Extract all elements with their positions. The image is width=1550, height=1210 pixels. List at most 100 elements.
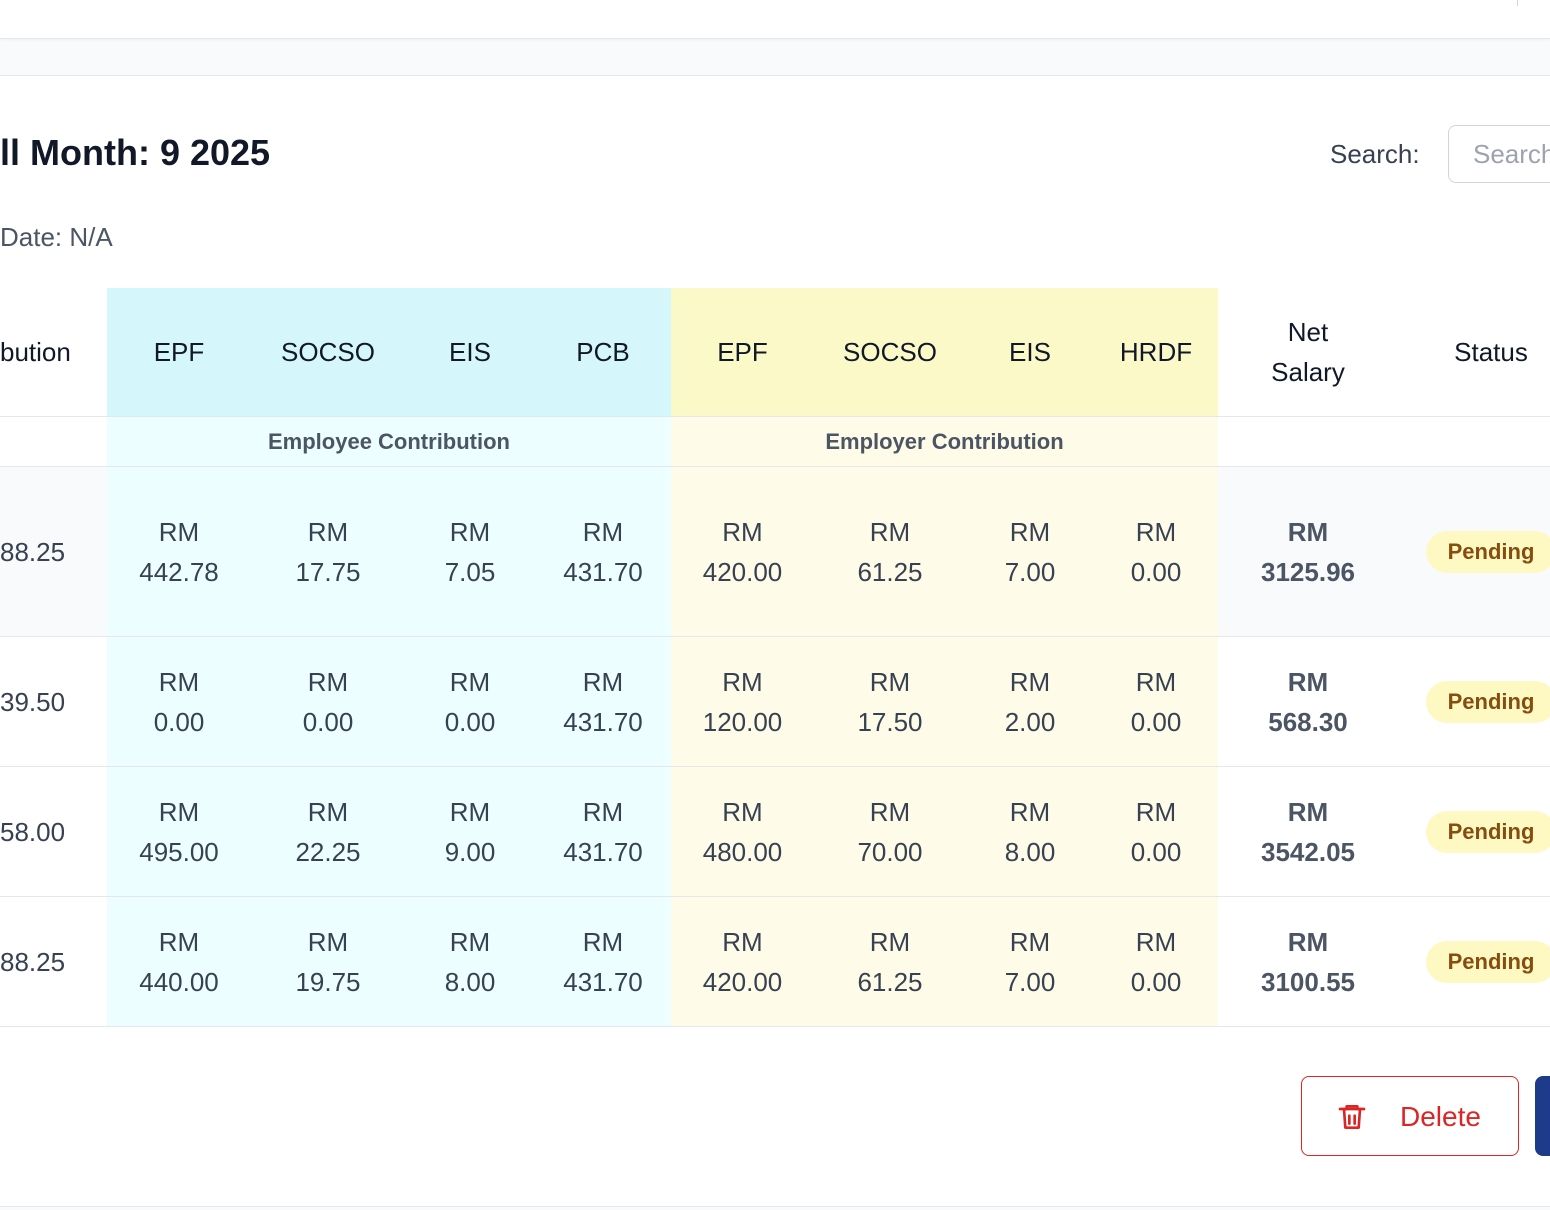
- cell-employee-eis: RM 0.00: [405, 637, 535, 766]
- currency-label: RM: [582, 516, 624, 547]
- column-header-employer-epf[interactable]: EPF: [671, 288, 814, 416]
- search-input[interactable]: [1448, 125, 1550, 183]
- cell-status: Pending: [1398, 767, 1550, 896]
- amount-value: 431.70: [563, 966, 643, 997]
- cell-employee-pcb: RM 431.70: [535, 767, 671, 896]
- currency-label: RM: [1009, 516, 1051, 547]
- cell-employee-pcb: RM 431.70: [535, 897, 671, 1026]
- table-header-row: bution EPF SOCSO EIS PCB EPF SOCSO EIS H…: [0, 288, 1550, 417]
- status-badge: Pending: [1425, 940, 1550, 983]
- cell-employee-epf: RM 495.00: [107, 767, 251, 896]
- navbar-divider: [1517, 0, 1518, 6]
- cell-employer-hrdf: RM 0.00: [1094, 467, 1218, 636]
- status-badge: Pending: [1425, 530, 1550, 573]
- column-header-status[interactable]: Status: [1398, 288, 1550, 416]
- cell-net-salary: RM 3125.96: [1218, 467, 1398, 636]
- cell-employee-socso: RM 19.75: [251, 897, 405, 1026]
- amount-value: 431.70: [563, 556, 643, 587]
- cell-contribution-partial: 58.00: [0, 767, 107, 896]
- column-header-net-salary[interactable]: Net Salary: [1218, 288, 1398, 416]
- cell-employer-socso: RM 70.00: [814, 767, 966, 896]
- amount-value: 2.00: [1004, 706, 1056, 737]
- page-title: ll Month: 9 2025: [0, 132, 271, 173]
- currency-label: RM: [307, 796, 349, 827]
- amount-value: 0.00: [1130, 836, 1182, 867]
- cell-employer-hrdf: RM 0.00: [1094, 637, 1218, 766]
- amount-value: 70.00: [857, 836, 923, 867]
- cell-employer-epf: RM 420.00: [671, 897, 814, 1026]
- column-header-employee-socso[interactable]: SOCSO: [251, 288, 405, 416]
- cell-contribution-partial: 88.25: [0, 467, 107, 636]
- currency-label: RM: [582, 796, 624, 827]
- table-row[interactable]: 39.50 RM 0.00 RM 0.00 RM 0.00 RM 431.70 RM 120.00 R…: [0, 637, 1550, 767]
- table-group-row: Employee Contribution Employer Contribut…: [0, 417, 1550, 467]
- amount-value: 0.00: [153, 706, 205, 737]
- amount-value: 0.00: [1130, 556, 1182, 587]
- group-employee-contribution: Employee Contribution: [107, 417, 671, 466]
- currency-label: RM: [307, 666, 349, 697]
- amount-value: 3100.55: [1261, 966, 1355, 997]
- currency-label: RM: [158, 796, 200, 827]
- currency-label: RM: [582, 926, 624, 957]
- delete-button-label: Delete: [1400, 1101, 1481, 1132]
- currency-label: RM: [722, 516, 763, 547]
- amount-value: 0.00: [1130, 966, 1182, 997]
- column-header-contribution[interactable]: bution: [0, 288, 107, 416]
- cell-employer-epf: RM 120.00: [671, 637, 814, 766]
- group-spacer-right: [1218, 417, 1550, 466]
- column-header-employee-eis[interactable]: EIS: [405, 288, 535, 416]
- column-header-employee-epf[interactable]: EPF: [107, 288, 251, 416]
- cell-employer-hrdf: RM 0.00: [1094, 897, 1218, 1026]
- table-row[interactable]: 58.00 RM 495.00 RM 22.25 RM 9.00 RM 431.70 RM 480.…: [0, 767, 1550, 897]
- amount-value: 7.00: [1004, 556, 1056, 587]
- amount-value: 120.00: [702, 706, 783, 737]
- amount-value: 420.00: [702, 966, 783, 997]
- delete-button[interactable]: Delete: [1301, 1076, 1519, 1156]
- currency-label: RM: [869, 516, 911, 547]
- column-header-employer-eis[interactable]: EIS: [966, 288, 1094, 416]
- amount-value: 0.00: [302, 706, 354, 737]
- cell-net-salary: RM 3100.55: [1218, 897, 1398, 1026]
- currency-label: RM: [869, 796, 911, 827]
- currency-label: RM: [722, 926, 763, 957]
- currency-label: RM: [307, 926, 349, 957]
- amount-value: 495.00: [139, 836, 219, 867]
- amount-value: 22.25: [295, 836, 361, 867]
- cell-employer-eis: RM 8.00: [966, 767, 1094, 896]
- currency-label: RM: [1009, 926, 1051, 957]
- table-row[interactable]: 88.25 RM 440.00 RM 19.75 RM 8.00 RM 431.70 RM 420.…: [0, 897, 1550, 1027]
- cell-net-salary: RM 3542.05: [1218, 767, 1398, 896]
- currency-label: RM: [1135, 796, 1177, 827]
- column-header-employee-pcb[interactable]: PCB: [535, 288, 671, 416]
- cell-employee-socso: RM 22.25: [251, 767, 405, 896]
- net-salary-header-line2: Salary: [1271, 357, 1345, 387]
- cell-status: Pending: [1398, 897, 1550, 1026]
- amount-value: 17.75: [295, 556, 361, 587]
- amount-value: 17.50: [857, 706, 923, 737]
- column-header-employer-socso[interactable]: SOCSO: [814, 288, 966, 416]
- status-badge: Pending: [1425, 680, 1550, 723]
- cell-employee-epf: RM 440.00: [107, 897, 251, 1026]
- amount-value: 19.75: [295, 966, 361, 997]
- currency-label: RM: [1135, 516, 1177, 547]
- cell-employer-socso: RM 17.50: [814, 637, 966, 766]
- amount-value: 7.05: [444, 556, 496, 587]
- amount-value: 3125.96: [1261, 556, 1355, 587]
- amount-value: 442.78: [139, 556, 219, 587]
- search-label: Search:: [1330, 139, 1420, 169]
- amount-value: 480.00: [702, 836, 783, 867]
- table-row[interactable]: 88.25 RM 442.78 RM 17.75 RM 7.05 RM 431.70 RM 420.…: [0, 467, 1550, 637]
- currency-label: RM: [1009, 796, 1051, 827]
- primary-action-button[interactable]: [1535, 1076, 1550, 1156]
- currency-label: RM: [722, 666, 763, 697]
- amount-value: 0.00: [1130, 706, 1182, 737]
- cell-employee-eis: RM 8.00: [405, 897, 535, 1026]
- group-spacer-left: [0, 417, 107, 466]
- column-header-employer-hrdf[interactable]: HRDF: [1094, 288, 1218, 416]
- group-employer-contribution: Employer Contribution: [671, 417, 1218, 466]
- cell-employee-pcb: RM 431.70: [535, 637, 671, 766]
- amount-value: 9.00: [444, 836, 496, 867]
- cell-employee-pcb: RM 431.70: [535, 467, 671, 636]
- amount-value: 7.00: [1004, 966, 1056, 997]
- currency-label: RM: [722, 796, 763, 827]
